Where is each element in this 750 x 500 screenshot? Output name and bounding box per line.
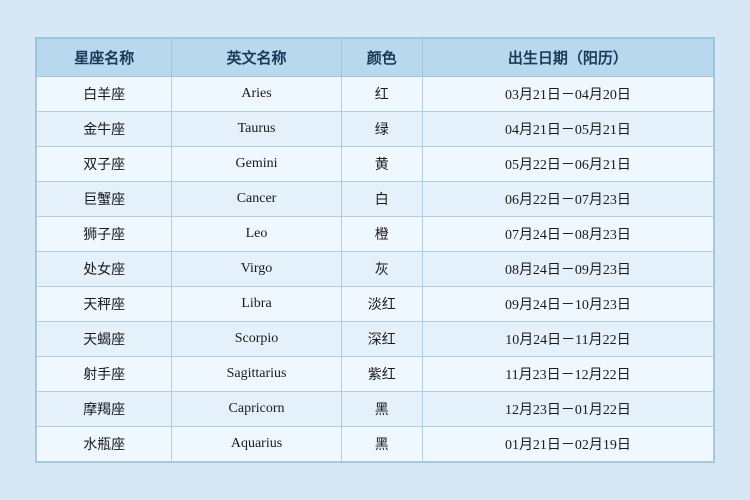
cell-english: Capricorn xyxy=(172,392,341,427)
cell-color: 红 xyxy=(341,77,422,112)
table-row: 巨蟹座 Cancer 白 06月22日－07月23日 xyxy=(37,182,714,217)
cell-date: 10月24日－11月22日 xyxy=(422,322,713,357)
cell-chinese: 双子座 xyxy=(37,147,172,182)
cell-date: 03月21日－04月20日 xyxy=(422,77,713,112)
cell-color: 紫红 xyxy=(341,357,422,392)
table-row: 摩羯座 Capricorn 黑 12月23日－01月22日 xyxy=(37,392,714,427)
cell-color: 深红 xyxy=(341,322,422,357)
cell-english: Scorpio xyxy=(172,322,341,357)
cell-color: 灰 xyxy=(341,252,422,287)
cell-english: Taurus xyxy=(172,112,341,147)
table-row: 双子座 Gemini 黄 05月22日－06月21日 xyxy=(37,147,714,182)
cell-chinese: 天蝎座 xyxy=(37,322,172,357)
cell-english: Libra xyxy=(172,287,341,322)
cell-english: Sagittarius xyxy=(172,357,341,392)
table-row: 金牛座 Taurus 绿 04月21日－05月21日 xyxy=(37,112,714,147)
cell-chinese: 巨蟹座 xyxy=(37,182,172,217)
cell-chinese: 白羊座 xyxy=(37,77,172,112)
header-chinese: 星座名称 xyxy=(37,39,172,77)
cell-color: 绿 xyxy=(341,112,422,147)
cell-chinese: 天秤座 xyxy=(37,287,172,322)
table-row: 射手座 Sagittarius 紫红 11月23日－12月22日 xyxy=(37,357,714,392)
cell-english: Aries xyxy=(172,77,341,112)
cell-english: Leo xyxy=(172,217,341,252)
table-row: 水瓶座 Aquarius 黑 01月21日－02月19日 xyxy=(37,427,714,462)
cell-english: Cancer xyxy=(172,182,341,217)
header-color: 颜色 xyxy=(341,39,422,77)
cell-date: 08月24日－09月23日 xyxy=(422,252,713,287)
zodiac-table-container: 星座名称 英文名称 颜色 出生日期（阳历） 白羊座 Aries 红 03月21日… xyxy=(35,37,715,463)
table-row: 天秤座 Libra 淡红 09月24日－10月23日 xyxy=(37,287,714,322)
cell-date: 09月24日－10月23日 xyxy=(422,287,713,322)
cell-color: 白 xyxy=(341,182,422,217)
cell-date: 01月21日－02月19日 xyxy=(422,427,713,462)
cell-english: Gemini xyxy=(172,147,341,182)
cell-date: 12月23日－01月22日 xyxy=(422,392,713,427)
cell-color: 橙 xyxy=(341,217,422,252)
cell-english: Aquarius xyxy=(172,427,341,462)
cell-chinese: 狮子座 xyxy=(37,217,172,252)
table-row: 天蝎座 Scorpio 深红 10月24日－11月22日 xyxy=(37,322,714,357)
cell-date: 05月22日－06月21日 xyxy=(422,147,713,182)
table-row: 白羊座 Aries 红 03月21日－04月20日 xyxy=(37,77,714,112)
cell-date: 04月21日－05月21日 xyxy=(422,112,713,147)
cell-color: 黄 xyxy=(341,147,422,182)
table-header-row: 星座名称 英文名称 颜色 出生日期（阳历） xyxy=(37,39,714,77)
cell-chinese: 摩羯座 xyxy=(37,392,172,427)
cell-date: 07月24日－08月23日 xyxy=(422,217,713,252)
table-row: 狮子座 Leo 橙 07月24日－08月23日 xyxy=(37,217,714,252)
cell-color: 黑 xyxy=(341,392,422,427)
zodiac-table: 星座名称 英文名称 颜色 出生日期（阳历） 白羊座 Aries 红 03月21日… xyxy=(36,38,714,462)
cell-color: 黑 xyxy=(341,427,422,462)
cell-color: 淡红 xyxy=(341,287,422,322)
cell-english: Virgo xyxy=(172,252,341,287)
cell-chinese: 处女座 xyxy=(37,252,172,287)
cell-chinese: 水瓶座 xyxy=(37,427,172,462)
cell-date: 06月22日－07月23日 xyxy=(422,182,713,217)
cell-chinese: 射手座 xyxy=(37,357,172,392)
header-date: 出生日期（阳历） xyxy=(422,39,713,77)
header-english: 英文名称 xyxy=(172,39,341,77)
cell-date: 11月23日－12月22日 xyxy=(422,357,713,392)
table-row: 处女座 Virgo 灰 08月24日－09月23日 xyxy=(37,252,714,287)
cell-chinese: 金牛座 xyxy=(37,112,172,147)
